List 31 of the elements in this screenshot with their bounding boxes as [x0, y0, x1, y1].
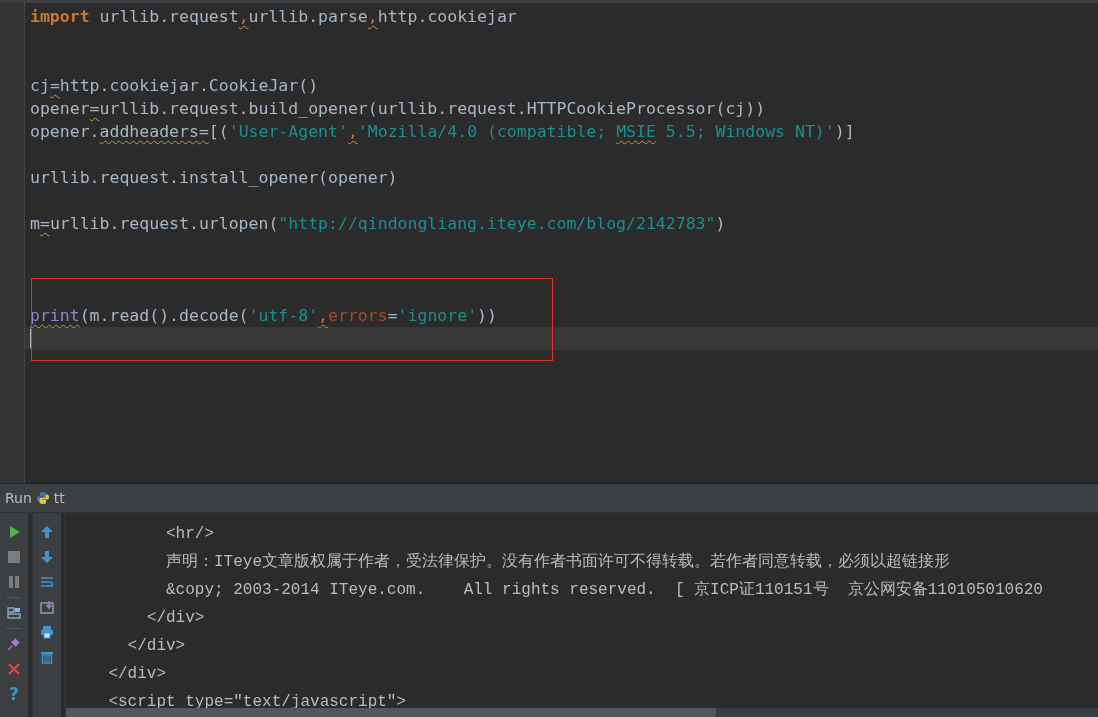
code-line: m=urllib.request.urlopen("http://qindongliang.iteye.com/blog/2142783") — [30, 213, 726, 235]
console-line: 声明：ITeye文章版权属于作者，受法律保护。没有作者书面许可不得转载。若作者同意转载，必须以超链接形 — [166, 553, 951, 571]
console-line: </div> — [146, 609, 205, 627]
console-line: <hr/> — [166, 525, 215, 543]
panel-title: Run — [5, 490, 32, 506]
arrow-down-icon[interactable] — [40, 549, 54, 564]
run-icon[interactable] — [7, 524, 21, 539]
code-line: cj=http.cookiejar.CookieJar() — [30, 75, 319, 97]
console-line: </div> — [108, 665, 166, 683]
printer-icon[interactable] — [40, 624, 54, 639]
close-icon[interactable] — [7, 661, 21, 676]
run-config-tab[interactable]: tt — [53, 490, 65, 506]
code-line: print(m.read().decode('utf-8',errors='ignore')) — [30, 305, 497, 327]
console-line: &copy; 2003-2014 ITeye.com. All rights reserved. [ 京ICP证110151号 京公网安备110105010620 — [166, 581, 1043, 599]
pin-icon[interactable] — [7, 636, 21, 651]
layout-icon[interactable] — [7, 605, 21, 620]
code-line: opener=urllib.request.build_opener(urllib.request.HTTPCookieProcessor(cj)) — [30, 98, 766, 120]
trash-icon[interactable] — [40, 649, 54, 664]
code-line: opener.addheaders=[('User-Agent','Mozilla/4.0 (compatible; MSIE 5.5; Windows NT)')] — [30, 121, 855, 143]
arrow-up-icon[interactable] — [40, 524, 54, 539]
code-line: import urllib.request,urllib.parse,http.cookiejar — [30, 6, 517, 28]
python-icon — [35, 491, 50, 505]
horizontal-scrollbar[interactable] — [66, 708, 1098, 717]
code-line: urllib.request.install_opener(opener) — [30, 167, 398, 189]
stop-icon[interactable] — [7, 549, 21, 564]
code-editor[interactable] — [0, 3, 1098, 484]
pause-icon[interactable] — [7, 574, 21, 589]
help-icon[interactable]: ? — [9, 684, 19, 703]
scroll-to-end-icon[interactable] — [40, 599, 54, 614]
console-line: </div> — [127, 637, 186, 655]
soft-wrap-icon[interactable] — [40, 574, 54, 589]
